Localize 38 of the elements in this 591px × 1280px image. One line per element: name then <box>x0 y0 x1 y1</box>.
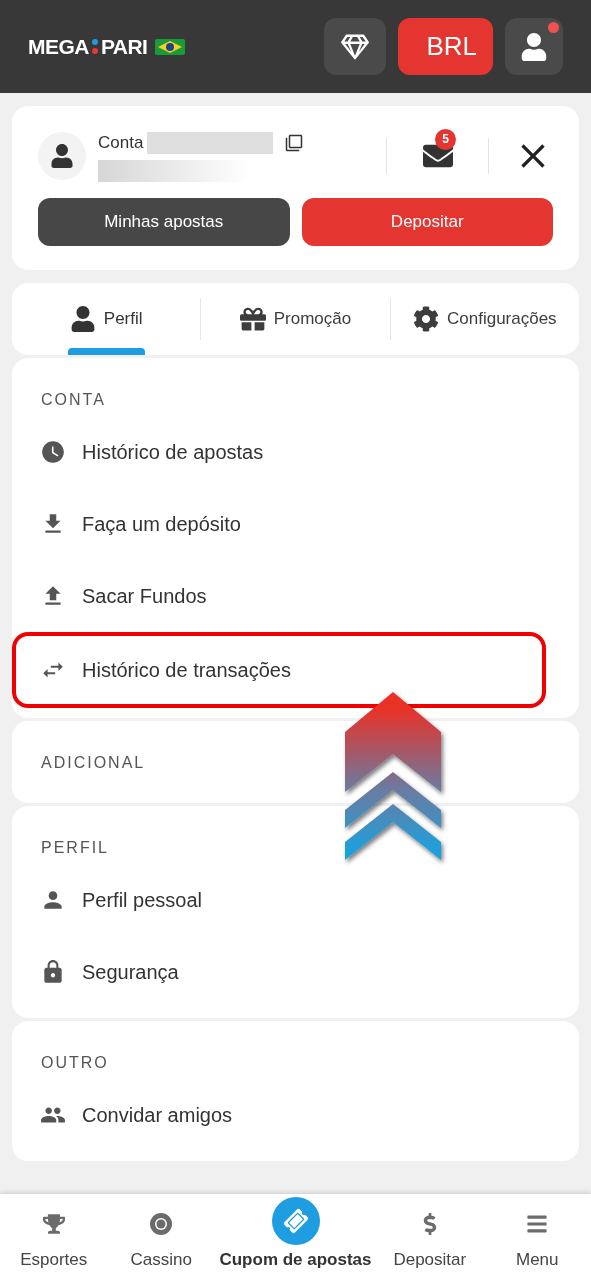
logo: MEGA PARI <box>28 33 148 60</box>
account-option[interactable]: Segurança <box>12 935 579 1008</box>
person-icon <box>69 305 96 332</box>
my-bets-button[interactable]: Minhas apostas <box>38 197 290 246</box>
tab[interactable]: Perfil <box>12 282 201 355</box>
account-option[interactable]: Faça um depósito <box>12 487 579 560</box>
nav-item[interactable]: Menu <box>483 1194 591 1280</box>
clock-icon <box>40 438 66 465</box>
person-icon <box>50 143 74 168</box>
account-option[interactable]: Histórico de transações <box>12 631 546 708</box>
account-option[interactable]: Sacar Fundos <box>12 559 579 632</box>
tab[interactable]: Configurações <box>390 282 579 355</box>
currency-button[interactable]: BRL <box>398 18 493 75</box>
chip-icon <box>149 1211 174 1236</box>
section-title: ADICIONAL <box>40 752 147 773</box>
account-option[interactable]: Histórico de apostas <box>12 415 579 488</box>
person-icon <box>520 32 548 61</box>
tab[interactable]: Promoção <box>201 282 390 355</box>
account-label: Conta <box>98 132 144 154</box>
nav-item[interactable]: Esportes <box>0 1194 108 1280</box>
deposit-button[interactable]: Depositar <box>301 197 553 246</box>
diamond-button[interactable] <box>324 18 386 75</box>
message-count: 5 <box>435 128 456 150</box>
nav-item[interactable]: Depositar <box>376 1194 484 1280</box>
profile-button[interactable] <box>505 18 563 75</box>
gift-icon <box>239 305 266 332</box>
account-option[interactable]: Perfil pessoal <box>12 863 579 936</box>
copy-icon[interactable] <box>285 133 304 152</box>
nav-item[interactable]: Cupom de apostas <box>214 1194 377 1280</box>
diamond-icon <box>341 32 369 61</box>
section-title: PERFIL <box>40 837 110 858</box>
section-title: OUTRO <box>40 1052 110 1073</box>
section-title: CONTA <box>40 389 107 410</box>
account-option[interactable]: Convidar amigos <box>12 1078 579 1151</box>
trophy-icon <box>42 1212 65 1235</box>
flag-icon <box>155 38 186 55</box>
nav-item[interactable]: Cassino <box>107 1194 215 1280</box>
settings-icon <box>413 305 439 332</box>
